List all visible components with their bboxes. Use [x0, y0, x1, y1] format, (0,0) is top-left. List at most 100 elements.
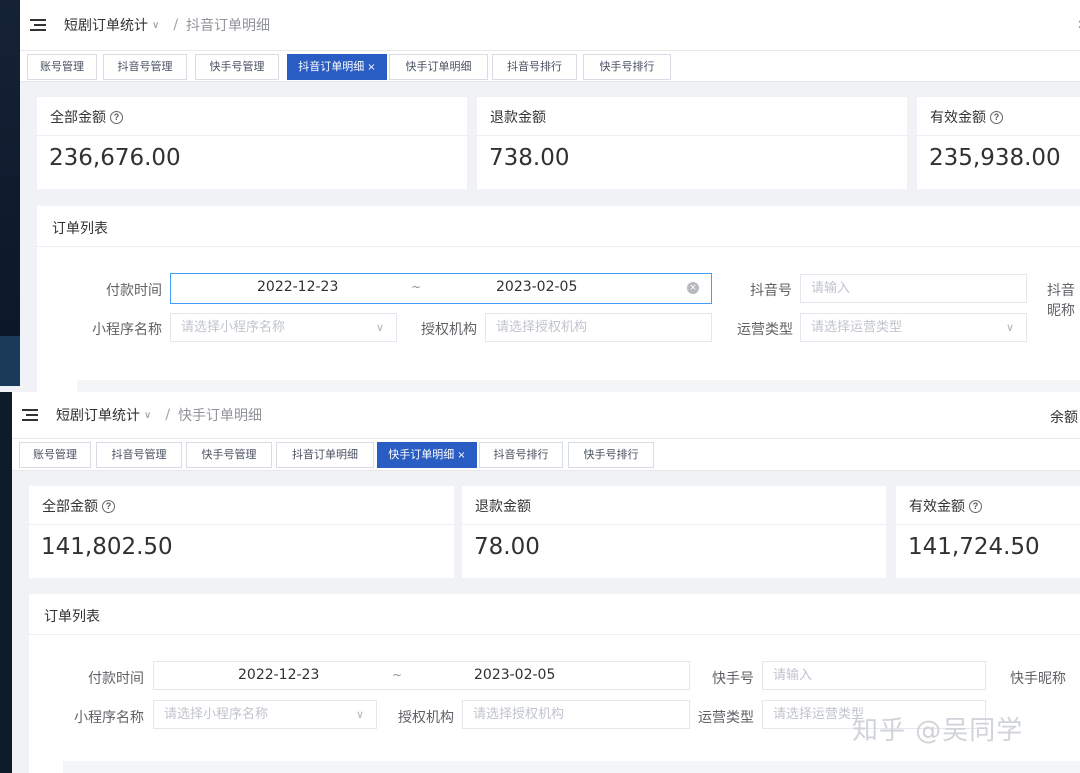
- optype-placeholder: 请选择运营类型: [811, 320, 903, 335]
- tab-douyin-order-detail[interactable]: 抖音订单明细 ×: [287, 54, 387, 80]
- menu-fold-icon[interactable]: [22, 408, 38, 422]
- tab-kuaishou-account-management[interactable]: 快手号管理: [195, 54, 279, 80]
- miniapp-label: 小程序名称: [92, 322, 162, 338]
- date-separator: ~: [392, 668, 403, 682]
- card-label-text: 退款金额: [490, 110, 546, 126]
- miniapp-select[interactable]: 请选择小程序名称 ∨: [170, 313, 397, 342]
- tabs-bar: 账号管理 抖音号管理 快手号管理 抖音订单明细 快手订单明细 × 抖音号排行 快手…: [12, 438, 1080, 471]
- pay-time-range-picker[interactable]: 2022-12-23 ~ 2023-02-05: [153, 661, 690, 690]
- card-label: 有效金额?: [930, 107, 1003, 127]
- account-label: 抖音号: [750, 283, 792, 299]
- top-header: 短剧订单统计 ∨ / 快手订单明细 余额: [12, 392, 1080, 438]
- breadcrumb-separator: /: [165, 407, 171, 423]
- tab-label: 快手号排行: [599, 60, 655, 73]
- main-content: 短剧订单统计 ∨ / 抖音订单明细 : 账号管理 抖音号管理 快手号管理 抖音订…: [20, 0, 1080, 392]
- breadcrumb-parent[interactable]: 短剧订单统计: [64, 15, 148, 35]
- tabs-bar: 账号管理 抖音号管理 快手号管理 抖音订单明细 × 快手订单明细 抖音号排行 快手…: [20, 50, 1080, 82]
- tab-douyin-account-management[interactable]: 抖音号管理: [103, 54, 187, 80]
- chevron-down-icon: ∨: [356, 708, 365, 721]
- miniapp-select[interactable]: 请选择小程序名称 ∨: [153, 700, 377, 729]
- tab-label: 抖音订单明细: [298, 60, 365, 73]
- breadcrumb-current: 抖音订单明细: [186, 18, 271, 34]
- org-placeholder: 请选择授权机构: [473, 707, 565, 722]
- card-label-text: 全部金额: [42, 499, 98, 515]
- account-input[interactable]: 请输入: [762, 661, 986, 690]
- card-label: 全部金额?: [42, 496, 115, 516]
- chevron-down-icon: ∨: [376, 321, 385, 334]
- menu-fold-icon[interactable]: [30, 18, 46, 32]
- tab-douyin-order-detail[interactable]: 抖音订单明细: [276, 442, 374, 468]
- chevron-down-icon: ∨: [152, 19, 160, 31]
- card-label-text: 有效金额: [909, 499, 965, 515]
- org-select[interactable]: 请选择授权机构: [485, 313, 712, 342]
- breadcrumb-parent[interactable]: 短剧订单统计: [56, 405, 140, 425]
- breadcrumb: 短剧订单统计 ∨ / 抖音订单明细: [64, 15, 270, 35]
- tab-label: 抖音订单明细: [292, 448, 358, 461]
- sidebar-active-item: [0, 336, 20, 386]
- date-end[interactable]: 2023-02-05: [496, 274, 577, 301]
- total-amount-card: 全部金额? 236,676.00: [37, 97, 467, 189]
- order-list-divider: [29, 634, 1080, 635]
- tab-kuaishou-account-management[interactable]: 快手号管理: [186, 442, 272, 468]
- valid-amount-card: 有效金额? 141,724.50: [896, 486, 1080, 578]
- question-circle-icon[interactable]: ?: [969, 499, 982, 513]
- nickname-label: 快手昵称: [1010, 671, 1066, 687]
- close-icon[interactable]: ×: [457, 450, 465, 461]
- question-circle-icon[interactable]: ?: [110, 110, 123, 124]
- order-list-section: 订单列表 付款时间 2022-12-23 ~ 2023-02-05 × 抖音号 …: [37, 206, 1080, 392]
- question-circle-icon[interactable]: ?: [990, 110, 1003, 124]
- date-start[interactable]: 2022-12-23: [238, 662, 319, 689]
- tab-douyin-account-management[interactable]: 抖音号管理: [96, 442, 182, 468]
- optype-placeholder: 请选择运营类型: [773, 707, 865, 722]
- tab-kuaishou-order-detail[interactable]: 快手订单明细 ×: [377, 442, 477, 468]
- tab-douyin-ranking[interactable]: 抖音号排行: [479, 442, 563, 468]
- tab-kuaishou-order-detail[interactable]: 快手订单明细: [389, 54, 488, 80]
- miniapp-label: 小程序名称: [74, 710, 144, 726]
- order-list-divider: [37, 246, 1080, 247]
- card-value: 236,676.00: [49, 145, 181, 171]
- table-header-edge: [63, 761, 1080, 773]
- card-label: 退款金额: [490, 107, 546, 127]
- pay-time-label: 付款时间: [106, 283, 162, 299]
- account-label: 快手号: [712, 671, 754, 687]
- tab-label: 账号管理: [40, 60, 84, 73]
- douyin-orders-screenshot: 短剧订单统计 ∨ / 抖音订单明细 : 账号管理 抖音号管理 快手号管理 抖音订…: [0, 0, 1080, 392]
- pay-time-range-picker[interactable]: 2022-12-23 ~ 2023-02-05 ×: [170, 273, 712, 304]
- tab-label: 快手订单明细: [388, 448, 455, 461]
- date-separator: ~: [411, 280, 422, 294]
- top-header: 短剧订单统计 ∨ / 抖音订单明细 :: [20, 0, 1080, 50]
- chevron-down-icon: ∨: [1006, 321, 1015, 334]
- card-divider: [917, 135, 1080, 136]
- card-value: 141,724.50: [908, 534, 1040, 560]
- close-icon[interactable]: ×: [367, 62, 375, 73]
- tab-kuaishou-ranking[interactable]: 快手号排行: [568, 442, 654, 468]
- tab-label: 快手号管理: [209, 60, 265, 73]
- tab-account-management[interactable]: 账号管理: [27, 54, 97, 80]
- org-select[interactable]: 请选择授权机构: [462, 700, 690, 729]
- tab-label: 快手订单明细: [405, 60, 472, 73]
- card-label: 有效金额?: [909, 496, 982, 516]
- total-amount-card: 全部金额? 141,802.50: [29, 486, 454, 578]
- breadcrumb: 短剧订单统计 ∨ / 快手订单明细: [56, 405, 262, 425]
- breadcrumb-separator: /: [173, 17, 179, 33]
- date-start[interactable]: 2022-12-23: [257, 274, 338, 301]
- clear-circle-icon[interactable]: ×: [687, 282, 699, 294]
- card-value: 141,802.50: [41, 534, 173, 560]
- tab-kuaishou-ranking[interactable]: 快手号排行: [583, 54, 671, 80]
- org-placeholder: 请选择授权机构: [496, 320, 588, 335]
- card-label-text: 退款金额: [475, 499, 531, 515]
- optype-select[interactable]: 请选择运营类型 ∨: [800, 313, 1027, 342]
- zhihu-watermark: 知乎 @吴同学: [852, 716, 1024, 746]
- question-circle-icon[interactable]: ?: [102, 499, 115, 513]
- org-label: 授权机构: [398, 710, 454, 726]
- account-input[interactable]: 请输入: [800, 274, 1027, 303]
- card-value: 78.00: [474, 534, 540, 560]
- tab-douyin-ranking[interactable]: 抖音号排行: [492, 54, 577, 80]
- miniapp-placeholder: 请选择小程序名称: [164, 707, 269, 722]
- valid-amount-card: 有效金额? 235,938.00: [917, 97, 1080, 189]
- date-end[interactable]: 2023-02-05: [474, 662, 555, 689]
- tab-account-management[interactable]: 账号管理: [19, 442, 91, 468]
- order-list-title: 订单列表: [44, 609, 100, 625]
- order-list-title: 订单列表: [52, 221, 108, 237]
- table-header-edge: [77, 380, 1080, 392]
